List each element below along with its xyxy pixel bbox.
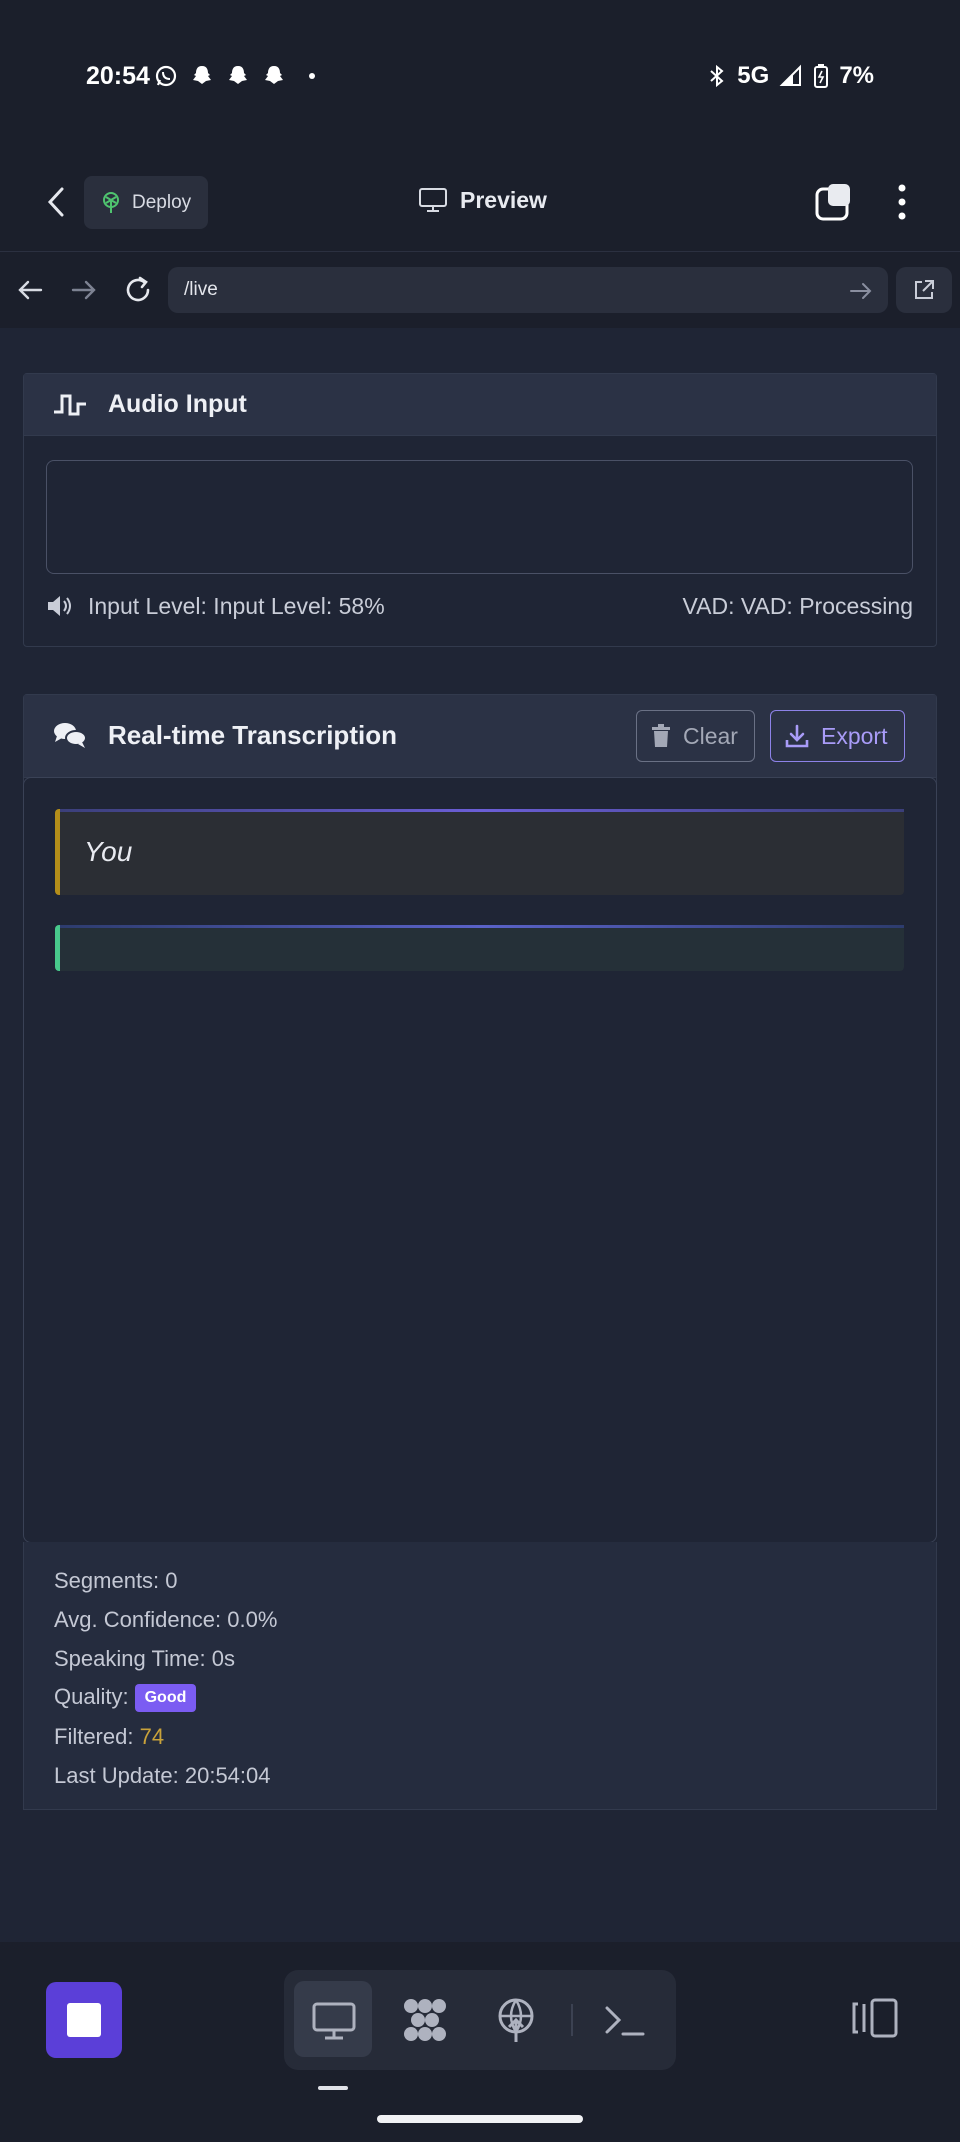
audio-input-title: Audio Input: [108, 390, 247, 418]
url-input[interactable]: /live: [168, 267, 888, 313]
segments-count: Segments: 0: [54, 1568, 178, 1593]
sidebar-toggle-icon[interactable]: [850, 1996, 900, 2040]
signal-icon: [779, 64, 802, 86]
more-options-icon[interactable]: [888, 182, 916, 222]
open-external-button[interactable]: [896, 267, 952, 313]
audio-visualizer: [46, 460, 913, 574]
last-update: Last Update: 20:54:04: [54, 1763, 271, 1788]
segment-accent-line: [60, 925, 904, 928]
tabs-icon[interactable]: [814, 182, 854, 222]
avg-confidence: Avg. Confidence: 0.0%: [54, 1607, 278, 1632]
chat-bubbles-icon: [54, 723, 87, 748]
trash-icon: [652, 724, 670, 747]
download-icon: [785, 724, 809, 748]
deploy-label: Deploy: [132, 191, 192, 213]
whatsapp-icon: [155, 65, 177, 87]
browser-back-button[interactable]: [12, 272, 48, 308]
export-label: Export: [821, 722, 888, 749]
deploy-globe-icon[interactable]: [492, 1996, 540, 2044]
network-label: 5G: [737, 62, 770, 89]
go-arrow-icon[interactable]: [848, 278, 874, 304]
battery-icon: [814, 64, 829, 88]
quality-badge: Good: [134, 1684, 197, 1713]
filtered-label: Filtered:: [54, 1724, 134, 1749]
snapchat-icon: [229, 66, 247, 84]
input-level-text: Input Level: Input Level: 58%: [88, 593, 385, 619]
packages-icon[interactable]: [401, 1996, 449, 2044]
export-button[interactable]: Export: [770, 710, 905, 762]
stop-button[interactable]: [46, 1982, 122, 2058]
back-button[interactable]: [38, 182, 74, 222]
snapchat-icon: [265, 66, 283, 84]
status-right: 5G 7%: [707, 62, 874, 90]
home-indicator[interactable]: [377, 2115, 583, 2123]
preview-label: Preview: [460, 186, 547, 213]
dock-separator: [571, 2004, 573, 2036]
preview-tab[interactable]: Preview: [418, 186, 547, 214]
vad-status-text: VAD: VAD: Processing: [682, 593, 913, 619]
segment-accent-line: [60, 809, 904, 812]
quality-row: Quality: Good: [54, 1684, 197, 1713]
waveform-icon: [54, 394, 86, 416]
transcription-title: Real-time Transcription: [108, 720, 397, 750]
battery-label: 7%: [839, 62, 874, 89]
deploy-button[interactable]: Deploy: [84, 176, 208, 229]
external-link-icon: [915, 280, 934, 299]
clear-button[interactable]: Clear: [636, 710, 755, 762]
arrow-right-icon: [71, 280, 96, 300]
nav-indicator: [318, 2086, 348, 2090]
terminal-icon[interactable]: [601, 1996, 649, 2044]
stop-icon: [67, 2003, 101, 2037]
snapchat-icon: [193, 66, 211, 84]
clear-label: Clear: [683, 722, 738, 749]
reload-button[interactable]: [120, 272, 156, 308]
arrow-left-icon: [18, 280, 43, 300]
reload-icon: [126, 276, 150, 302]
transcript-segment-assistant: [55, 925, 904, 971]
url-text: /live: [184, 279, 218, 300]
speaker-label: You: [84, 836, 133, 867]
volume-icon: [48, 596, 71, 616]
bluetooth-icon: [710, 64, 724, 88]
dot-icon: [309, 73, 315, 79]
speaking-time: Speaking Time: 0s: [54, 1646, 235, 1671]
deploy-icon: [103, 191, 119, 213]
quality-label: Quality:: [54, 1684, 129, 1709]
filtered-value: 74: [139, 1724, 165, 1749]
browser-forward-button[interactable]: [66, 272, 102, 308]
filtered-row: Filtered: 74: [54, 1724, 164, 1750]
chevron-left-icon: [47, 187, 64, 217]
monitor-icon[interactable]: [310, 1996, 358, 2044]
monitor-icon: [419, 188, 447, 212]
status-time: 20:54: [86, 62, 150, 90]
transcript-segment-user: [55, 809, 904, 895]
